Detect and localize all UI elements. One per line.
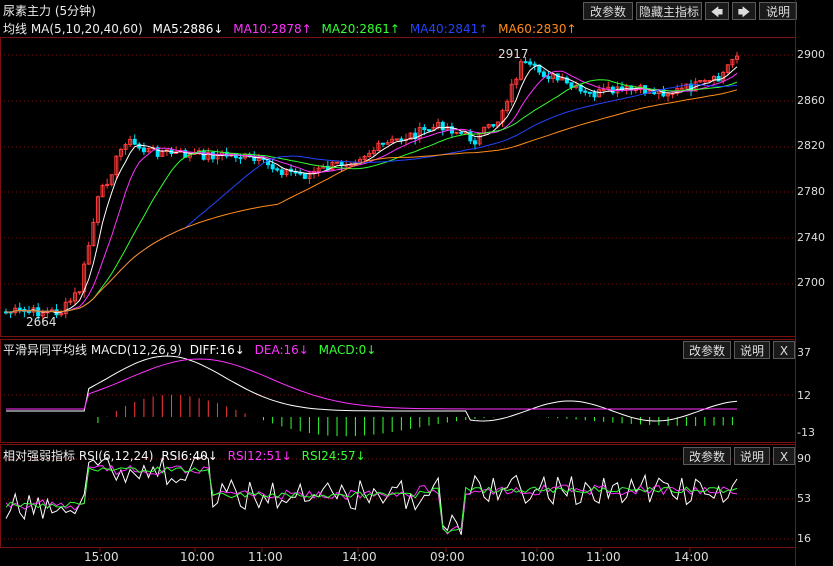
rsi-tick: 53 — [797, 492, 811, 505]
macd-help-button[interactable]: 说明 — [734, 341, 770, 359]
candle-body — [702, 79, 707, 82]
rsi-modify-params-button[interactable]: 改参数 — [683, 447, 731, 465]
candle-body — [440, 121, 445, 131]
rsi-tick: 90 — [797, 452, 811, 465]
diff-value: DIFF:16↓ — [189, 343, 245, 357]
rsi-legend: 相对强弱指标 RSI(6,12,24) RSI6:40↓ RSI12:51↓ R… — [3, 447, 372, 464]
candle-body — [17, 307, 22, 310]
candle-body — [459, 131, 464, 134]
candle-body — [454, 131, 459, 134]
time-tick: 11:00 — [248, 550, 283, 564]
macd-tick: 12 — [797, 389, 811, 402]
dea-value: DEA:16↓ — [254, 343, 309, 357]
candle-body — [279, 169, 284, 176]
candle-body — [380, 142, 385, 145]
candle-body — [491, 124, 496, 127]
rsi-help-button[interactable]: 说明 — [734, 447, 770, 465]
chart-canvas[interactable] — [0, 0, 833, 566]
macd-value: MACD:0↓ — [318, 343, 377, 357]
macd-tick: -13 — [797, 426, 815, 439]
price-panel-frame — [0, 37, 796, 337]
rsi12-line — [5, 464, 738, 535]
candle-body — [583, 90, 588, 93]
rsi-close-button[interactable]: X — [773, 447, 795, 465]
candle-body — [578, 85, 583, 92]
rsi-tick: 16 — [797, 532, 811, 545]
macd-legend-label: 平滑异同平均线 MACD(12,26,9) — [3, 343, 182, 357]
candle-body — [298, 172, 303, 175]
rsi-legend-label: 相对强弱指标 RSI(6,12,24) — [3, 449, 154, 463]
price-tick: 2820 — [797, 139, 825, 152]
candle-body — [270, 164, 275, 170]
rsi24-value: RSI24:57↓ — [301, 449, 366, 463]
time-tick: 10:00 — [520, 550, 555, 564]
ma20-line — [5, 79, 738, 313]
price-tick: 2780 — [797, 185, 825, 198]
candle-body — [275, 168, 280, 171]
candle-body — [210, 151, 215, 160]
low-price-annotation: 2664 — [26, 315, 57, 329]
candle-body — [348, 164, 353, 167]
candle-body — [422, 127, 427, 131]
macd-modify-params-button[interactable]: 改参数 — [683, 341, 731, 359]
macd-tick: 37 — [797, 346, 811, 359]
macd-legend: 平滑异同平均线 MACD(12,26,9) DIFF:16↓ DEA:16↓ M… — [3, 341, 382, 358]
candle-body — [238, 157, 243, 160]
candle-body — [302, 172, 307, 179]
high-price-annotation: 2917 — [498, 47, 529, 61]
time-tick: 15:00 — [84, 550, 119, 564]
candle-body — [141, 147, 146, 153]
candle-body — [546, 76, 551, 79]
macd-close-button[interactable]: X — [773, 341, 795, 359]
ma40-line — [5, 84, 738, 313]
candle-body — [716, 75, 721, 82]
time-tick: 14:00 — [674, 550, 709, 564]
ma60-line — [5, 89, 738, 313]
candle-body — [601, 88, 606, 91]
candle-body — [394, 138, 399, 141]
time-tick: 11:00 — [586, 550, 621, 564]
candle-body — [707, 79, 712, 82]
candle-body — [679, 87, 684, 90]
candle-body — [472, 140, 477, 145]
candle-body — [426, 129, 431, 132]
dea-line — [6, 358, 737, 410]
candle-body — [335, 161, 340, 164]
price-tick: 2860 — [797, 94, 825, 107]
time-tick: 10:00 — [180, 550, 215, 564]
rsi12-value: RSI12:51↓ — [227, 449, 292, 463]
rsi6-value: RSI6:40↓ — [161, 449, 218, 463]
candle-body — [541, 71, 546, 78]
candle-body — [132, 138, 137, 145]
candle-body — [569, 82, 574, 88]
candle-body — [592, 91, 597, 98]
diff-line — [6, 355, 738, 422]
candle-body — [528, 61, 533, 65]
price-tick: 2740 — [797, 231, 825, 244]
candle-body — [26, 310, 31, 313]
time-tick: 09:00 — [430, 550, 465, 564]
candle-body — [399, 138, 404, 141]
candle-body — [523, 61, 528, 64]
price-tick: 2700 — [797, 276, 825, 289]
time-tick: 14:00 — [342, 550, 377, 564]
candle-body — [532, 63, 537, 66]
candle-body — [587, 91, 592, 94]
price-tick: 2900 — [797, 48, 825, 61]
rsi24-line — [5, 466, 738, 534]
